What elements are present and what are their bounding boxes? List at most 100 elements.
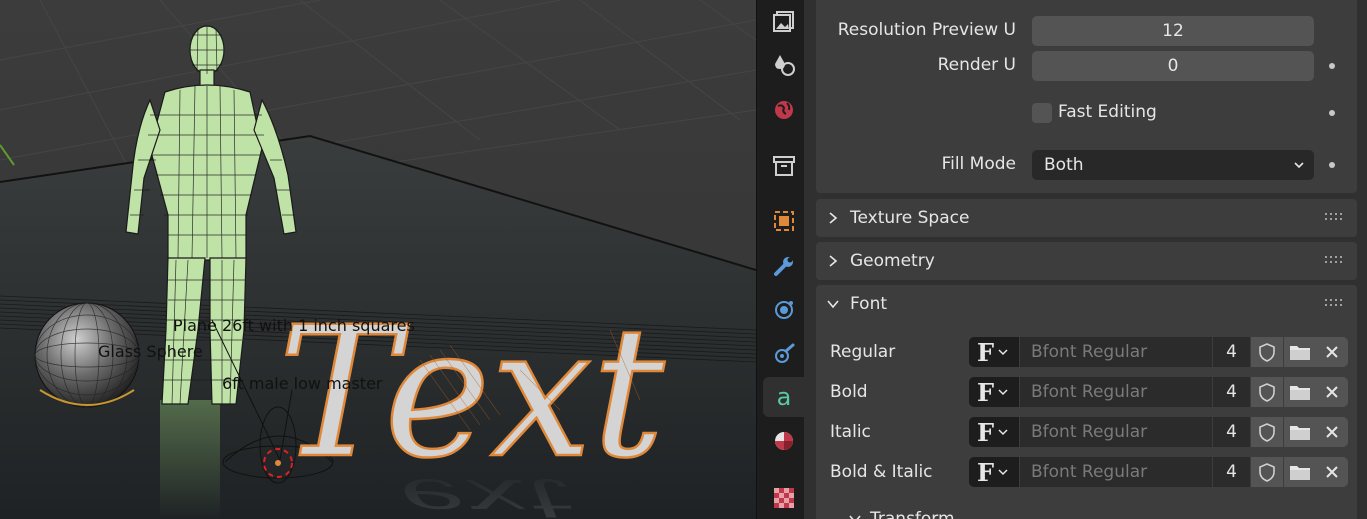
font-name-field[interactable]: Bfont Regular xyxy=(1020,417,1212,447)
particles-icon xyxy=(775,301,793,319)
font-panel-header[interactable]: Font xyxy=(816,285,1357,323)
open-font-button[interactable] xyxy=(1284,337,1316,367)
font-row-label: Italic xyxy=(830,422,871,442)
svg-text:a: a xyxy=(777,384,792,410)
world-icon xyxy=(775,101,793,119)
drag-grip-icon[interactable] xyxy=(1325,299,1345,307)
font-icon: F xyxy=(977,377,995,407)
font-name-field[interactable]: Bfont Regular xyxy=(1020,337,1212,367)
font-row-label: Bold & Italic xyxy=(830,462,933,482)
render-u-keyframe-dot[interactable] xyxy=(1329,63,1335,69)
close-icon xyxy=(1326,386,1338,398)
view-layer-icon xyxy=(775,55,795,76)
font-users-count[interactable]: 4 xyxy=(1213,457,1250,487)
modifier-wrench-icon xyxy=(774,257,793,276)
fill-mode-keyframe-dot[interactable] xyxy=(1329,162,1335,168)
shield-icon xyxy=(1259,383,1275,402)
tab-render-output[interactable] xyxy=(763,1,805,41)
chevron-down-icon xyxy=(1294,162,1304,169)
3d-viewport[interactable]: ext Plane 26ft with 1 inch squares Glass… xyxy=(0,0,756,519)
folder-icon xyxy=(1290,466,1310,480)
drag-grip-icon[interactable] xyxy=(1325,213,1345,221)
object-icon xyxy=(774,211,794,231)
tab-texture[interactable] xyxy=(763,478,805,518)
render-u-label: Render U xyxy=(937,55,1016,75)
resolution-preview-u-field[interactable]: 12 xyxy=(1032,16,1314,46)
open-font-button[interactable] xyxy=(1284,377,1316,407)
tab-view-layer[interactable] xyxy=(763,45,805,85)
chevron-down-icon xyxy=(849,515,861,519)
font-icon: F xyxy=(977,417,995,447)
font-name-field[interactable]: Bfont Regular xyxy=(1020,377,1212,407)
close-icon xyxy=(1326,466,1338,478)
label-male-figure: 6ft male low master xyxy=(222,374,383,393)
chevron-down-icon xyxy=(998,429,1008,436)
close-icon xyxy=(1326,346,1338,358)
drag-grip-icon[interactable] xyxy=(1325,256,1345,264)
tab-object[interactable] xyxy=(763,201,805,241)
font-title: Font xyxy=(850,294,888,314)
unlink-font-button[interactable] xyxy=(1316,337,1348,367)
font-icon: F xyxy=(977,337,995,367)
font-users-count[interactable]: 4 xyxy=(1213,417,1250,447)
font-browse-button[interactable]: F xyxy=(969,457,1019,487)
tab-physics[interactable] xyxy=(763,334,805,374)
resolution-preview-u-label: Resolution Preview U xyxy=(837,20,1016,40)
unlink-font-button[interactable] xyxy=(1316,417,1348,447)
label-plane: Plane 26ft with 1 inch squares xyxy=(173,316,415,335)
fake-user-button[interactable] xyxy=(1251,337,1283,367)
label-glass-sphere: Glass Sphere xyxy=(98,342,203,361)
fake-user-button[interactable] xyxy=(1251,417,1283,447)
chevron-down-icon xyxy=(998,349,1008,356)
folder-icon xyxy=(1290,426,1310,440)
folder-icon xyxy=(1290,386,1310,400)
open-font-button[interactable] xyxy=(1284,417,1316,447)
font-icon: F xyxy=(977,457,995,487)
fast-editing-keyframe-dot[interactable] xyxy=(1329,110,1335,116)
font-browse-button[interactable]: F xyxy=(969,337,1019,367)
chevron-down-icon xyxy=(827,300,839,309)
unlink-font-button[interactable] xyxy=(1316,457,1348,487)
folder-icon xyxy=(1290,346,1310,360)
close-icon xyxy=(1326,426,1338,438)
geometry-panel-header[interactable]: Geometry xyxy=(816,242,1357,280)
fast-editing-label[interactable]: Fast Editing xyxy=(1058,102,1157,122)
transform-title: Transform xyxy=(870,509,955,519)
tab-modifiers[interactable] xyxy=(763,246,805,286)
fake-user-button[interactable] xyxy=(1251,377,1283,407)
fast-editing-checkbox[interactable] xyxy=(1032,103,1052,123)
fill-mode-dropdown[interactable]: Both xyxy=(1032,150,1314,180)
tab-collection[interactable] xyxy=(763,146,805,186)
font-name-field[interactable]: Bfont Regular xyxy=(1020,457,1212,487)
shield-icon xyxy=(1259,463,1275,482)
fake-user-button[interactable] xyxy=(1251,457,1283,487)
unlink-font-button[interactable] xyxy=(1316,377,1348,407)
font-users-count[interactable]: 4 xyxy=(1213,337,1250,367)
shield-icon xyxy=(1259,423,1275,442)
texture-space-panel-header[interactable]: Texture Space xyxy=(816,199,1357,237)
tab-text-data[interactable]: a xyxy=(763,377,805,417)
texture-icon xyxy=(774,488,794,508)
properties-tab-strip: a xyxy=(756,0,805,519)
open-font-button[interactable] xyxy=(1284,457,1316,487)
texture-space-title: Texture Space xyxy=(850,208,970,228)
chevron-right-icon xyxy=(829,255,838,267)
properties-editor[interactable]: Resolution Preview U 12 Render U 0 Fast … xyxy=(804,0,1367,519)
chevron-down-icon xyxy=(998,389,1008,396)
transform-subpanel-header[interactable]: Transform xyxy=(848,509,955,519)
material-icon xyxy=(775,432,793,450)
fill-mode-value: Both xyxy=(1044,155,1084,175)
physics-icon xyxy=(775,343,795,363)
font-row-label: Regular xyxy=(830,342,896,362)
chevron-down-icon xyxy=(998,469,1008,476)
chevron-right-icon xyxy=(829,212,838,224)
render-u-field[interactable]: 0 xyxy=(1032,51,1314,81)
font-users-count[interactable]: 4 xyxy=(1213,377,1250,407)
shield-icon xyxy=(1259,343,1275,362)
tab-particles[interactable] xyxy=(763,290,805,330)
tab-material[interactable] xyxy=(763,421,805,461)
fill-mode-label: Fill Mode xyxy=(941,154,1016,174)
font-browse-button[interactable]: F xyxy=(969,417,1019,447)
font-browse-button[interactable]: F xyxy=(969,377,1019,407)
tab-world[interactable] xyxy=(763,90,805,130)
